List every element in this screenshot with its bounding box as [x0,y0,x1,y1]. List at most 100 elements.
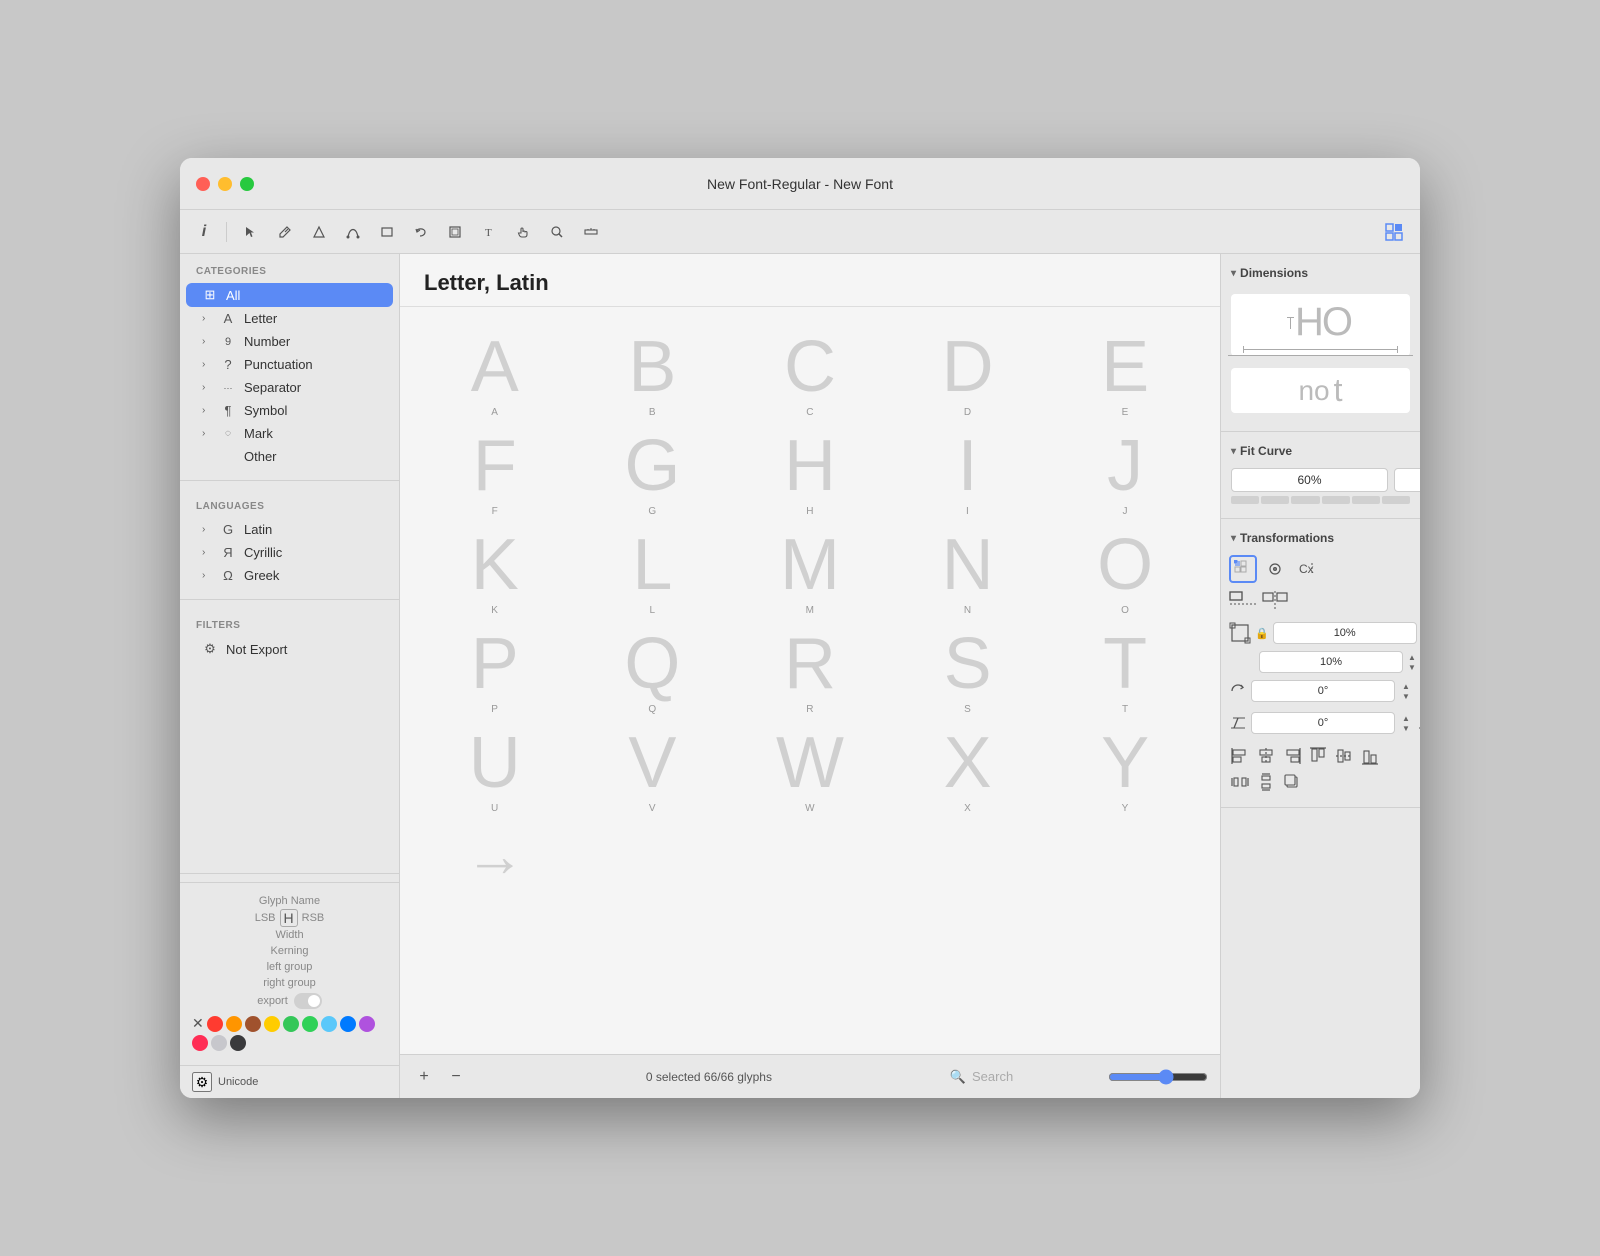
view-toggle-button[interactable] [1380,218,1408,246]
sidebar-item-other[interactable]: Other [186,445,393,468]
glyph-cell-J[interactable]: J J [1046,422,1204,521]
align-center-button[interactable] [1261,555,1289,583]
rotate-spinner[interactable]: ▲ ▼ [1399,681,1413,701]
color-purple[interactable] [359,1016,375,1032]
scale-x-up[interactable]: ▲ [1419,623,1420,633]
zoom-tool-button[interactable] [543,218,571,246]
align-tl-button[interactable] [1229,555,1257,583]
glyph-cell-Y[interactable]: Y Y [1046,719,1204,818]
glyph-cell-H[interactable]: H H [731,422,889,521]
glyph-cell-O[interactable]: O O [1046,521,1204,620]
color-yellow[interactable] [264,1016,280,1032]
color-orange[interactable] [226,1016,242,1032]
fit-value-1[interactable] [1231,468,1388,492]
sidebar-item-separator[interactable]: › ··· Separator [186,376,393,399]
maximize-button[interactable] [240,177,254,191]
pen-tool-button[interactable] [271,218,299,246]
transform-copy[interactable] [1281,771,1303,793]
slant-icon-button[interactable] [1229,709,1247,737]
rotate-icon-button[interactable] [1229,677,1247,705]
transform-distribute-h[interactable] [1229,771,1251,793]
sidebar-item-punctuation[interactable]: › ? Punctuation [186,353,393,376]
slant-input[interactable] [1251,712,1395,734]
gear-button[interactable]: ⚙ [192,1072,212,1092]
glyph-cell-U[interactable]: U U [416,719,574,818]
hand-tool-button[interactable] [509,218,537,246]
minimize-button[interactable] [218,177,232,191]
color-brown[interactable] [245,1016,261,1032]
glyph-cell-C[interactable]: C C [731,323,889,422]
zoom-slider[interactable] [1108,1069,1208,1085]
transform-align-left[interactable] [1229,745,1251,767]
glyph-cell-L[interactable]: L L [574,521,732,620]
glyph-cell-G[interactable]: G G [574,422,732,521]
rotate-cw-button[interactable] [1417,677,1420,705]
text-tool-button[interactable]: T [475,218,503,246]
glyph-cell-T[interactable]: T T [1046,620,1204,719]
transform-align-hcenter[interactable] [1255,745,1277,767]
slant-right-button[interactable] [1417,709,1420,737]
scale-y-down[interactable]: ▼ [1405,662,1419,672]
measure-tool-button[interactable] [577,218,605,246]
remove-glyph-button[interactable]: − [444,1065,468,1089]
rotate-input[interactable] [1251,680,1395,702]
scale-y-spinner[interactable]: ▲ ▼ [1405,652,1419,672]
fit-curve-header[interactable]: ▾ Fit Curve [1221,440,1420,462]
transform-align-vcenter[interactable] [1333,745,1355,767]
slant-down[interactable]: ▼ [1399,723,1413,733]
glyph-cell-V[interactable]: V V [574,719,732,818]
dimensions-header[interactable]: ▾ Dimensions [1221,262,1420,284]
glyph-cell-E[interactable]: E E [1046,323,1204,422]
sidebar-item-number[interactable]: › 9 Number [186,330,393,353]
close-button[interactable] [196,177,210,191]
transformations-header[interactable]: ▾ Transformations [1221,527,1420,549]
glyph-cell-N[interactable]: N N [889,521,1047,620]
color-dark[interactable] [230,1035,246,1051]
glyph-cell-W[interactable]: W W [731,719,889,818]
glyph-cell-A[interactable]: A A [416,323,574,422]
bezier-tool-button[interactable] [339,218,367,246]
color-red[interactable] [207,1016,223,1032]
glyph-cell-S[interactable]: S S [889,620,1047,719]
sidebar-item-cyrillic[interactable]: › Я Cyrillic [186,541,393,564]
fit-value-2[interactable] [1394,468,1420,492]
mirror-button[interactable] [1261,587,1289,615]
glyph-cell-arrow[interactable]: → [416,818,574,890]
color-clear-button[interactable]: ✕ [192,1015,204,1032]
sidebar-item-greek[interactable]: › Ω Greek [186,564,393,587]
search-input[interactable] [972,1069,1092,1084]
flip-v-button[interactable] [1229,587,1257,615]
slant-spinner[interactable]: ▲ ▼ [1399,713,1413,733]
frame-tool-button[interactable] [441,218,469,246]
scale-x-down[interactable]: ▼ [1419,633,1420,643]
export-toggle[interactable] [294,993,322,1009]
slant-up[interactable]: ▲ [1399,713,1413,723]
scale-x-input[interactable] [1273,622,1417,644]
glyph-cell-F[interactable]: F F [416,422,574,521]
scale-lock-icon[interactable]: 🔒 [1255,627,1269,640]
scale-icon-button[interactable] [1229,619,1251,647]
glyph-cell-M[interactable]: M M [731,521,889,620]
select-tool-button[interactable] [237,218,265,246]
scale-x-spinner[interactable]: ▲ ▼ [1419,623,1420,643]
glyph-cell-I[interactable]: I I [889,422,1047,521]
info-icon[interactable]: i [192,220,216,244]
undo-button[interactable] [407,218,435,246]
rectangle-tool-button[interactable] [373,218,401,246]
transform-align-right[interactable] [1281,745,1303,767]
sidebar-item-letter[interactable]: › A Letter [186,307,393,330]
color-light-gray[interactable] [211,1035,227,1051]
scale-y-up[interactable]: ▲ [1405,652,1419,662]
glyph-cell-P[interactable]: P P [416,620,574,719]
scale-y-input[interactable] [1259,651,1403,673]
rotate-up[interactable]: ▲ [1399,681,1413,691]
shape-tool-button[interactable] [305,218,333,246]
flip-h-button[interactable]: Cx [1293,555,1321,583]
add-glyph-button[interactable]: + [412,1065,436,1089]
color-light-green[interactable] [302,1016,318,1032]
color-blue[interactable] [340,1016,356,1032]
transform-align-top[interactable] [1307,745,1329,767]
transform-align-bottom[interactable] [1359,745,1381,767]
sidebar-item-all[interactable]: ⊞ All [186,283,393,307]
glyph-cell-B[interactable]: B B [574,323,732,422]
